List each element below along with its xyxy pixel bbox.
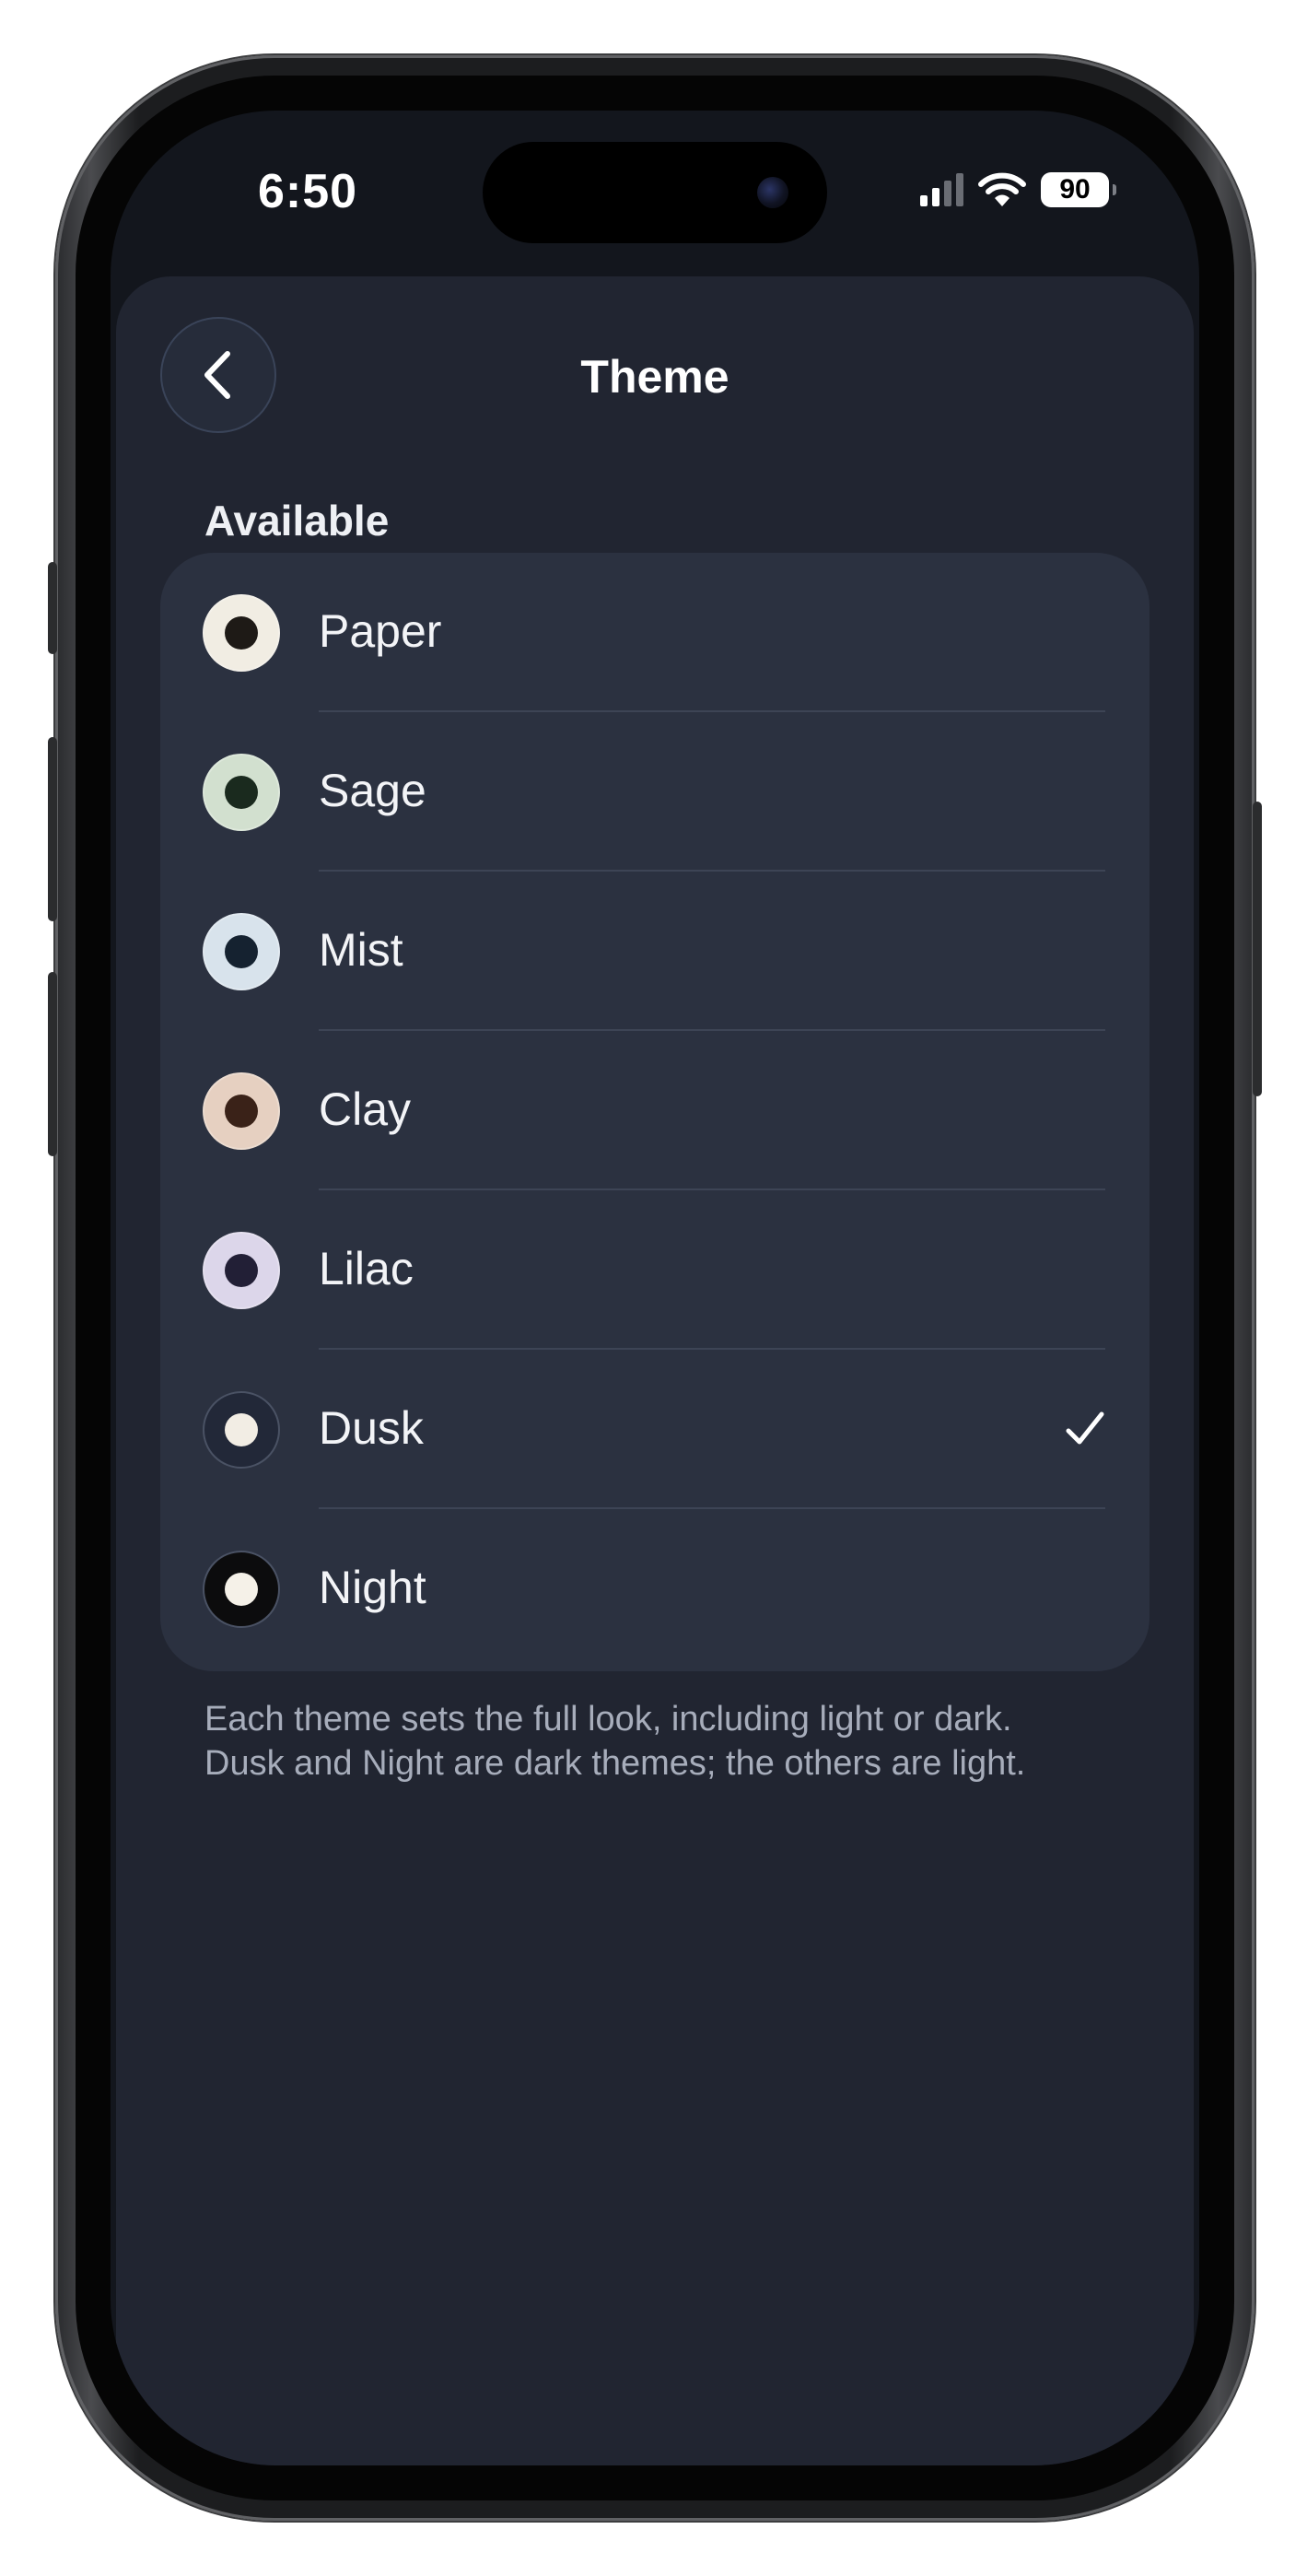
theme-swatch-dot [225, 776, 258, 809]
theme-option-label: Paper [319, 605, 442, 657]
footer-note-line: Each theme sets the full look, including… [204, 1700, 1012, 1739]
section-header-available: Available [204, 497, 390, 544]
theme-swatch-icon [203, 1551, 280, 1628]
footer-note: Each theme sets the full look, including… [204, 1697, 1126, 1786]
theme-option-label: Clay [319, 1083, 412, 1135]
theme-swatch-icon [203, 754, 280, 831]
checkmark-icon [1066, 1411, 1104, 1445]
battery-level: 90 [1059, 174, 1091, 205]
status-bar: 6:50 90 [111, 111, 1199, 276]
theme-option-paper[interactable]: Paper [160, 553, 1149, 712]
theme-sheet: Theme Available Paper Sage Mist Clay Lilac Du… [116, 276, 1194, 2465]
theme-swatch-icon [203, 913, 280, 990]
battery-icon: 90 [1041, 172, 1116, 207]
theme-option-label: Night [319, 1562, 426, 1613]
phone-screen: 6:50 90 Theme Available Paper Sage Mist … [111, 111, 1199, 2465]
theme-list: Paper Sage Mist Clay Lilac Dusk Night [160, 553, 1149, 1671]
dynamic-island [483, 142, 827, 243]
theme-option-label: Mist [319, 924, 403, 976]
footer-note-line: Dusk and Night are dark themes; the othe… [204, 1744, 1026, 1783]
theme-option-mist[interactable]: Mist [160, 872, 1149, 1031]
theme-option-lilac[interactable]: Lilac [160, 1190, 1149, 1350]
power-button [1253, 802, 1262, 1096]
theme-option-sage[interactable]: Sage [160, 712, 1149, 872]
theme-swatch-dot [225, 935, 258, 968]
theme-swatch-dot [225, 1254, 258, 1287]
wifi-icon [978, 172, 1026, 206]
theme-swatch-icon [203, 1232, 280, 1309]
theme-swatch-dot [225, 1413, 258, 1446]
theme-swatch-dot [225, 1573, 258, 1606]
theme-option-night[interactable]: Night [160, 1509, 1149, 1669]
theme-option-label: Lilac [319, 1243, 414, 1294]
theme-swatch-icon [203, 1391, 280, 1469]
cellular-signal-icon [920, 173, 963, 206]
page-title: Theme [580, 351, 729, 403]
theme-option-label: Sage [319, 765, 426, 816]
theme-swatch-icon [203, 1072, 280, 1150]
status-time: 6:50 [258, 165, 358, 218]
camera-icon [757, 177, 788, 208]
theme-swatch-dot [225, 1095, 258, 1128]
theme-option-clay[interactable]: Clay [160, 1031, 1149, 1190]
theme-option-label: Dusk [319, 1402, 424, 1454]
theme-option-dusk[interactable]: Dusk [160, 1350, 1149, 1509]
theme-swatch-icon [203, 594, 280, 672]
action-button [48, 562, 57, 654]
theme-swatch-dot [225, 616, 258, 650]
status-icons: 90 [920, 170, 1116, 210]
volume-up-button [48, 737, 57, 921]
volume-down-button [48, 972, 57, 1156]
